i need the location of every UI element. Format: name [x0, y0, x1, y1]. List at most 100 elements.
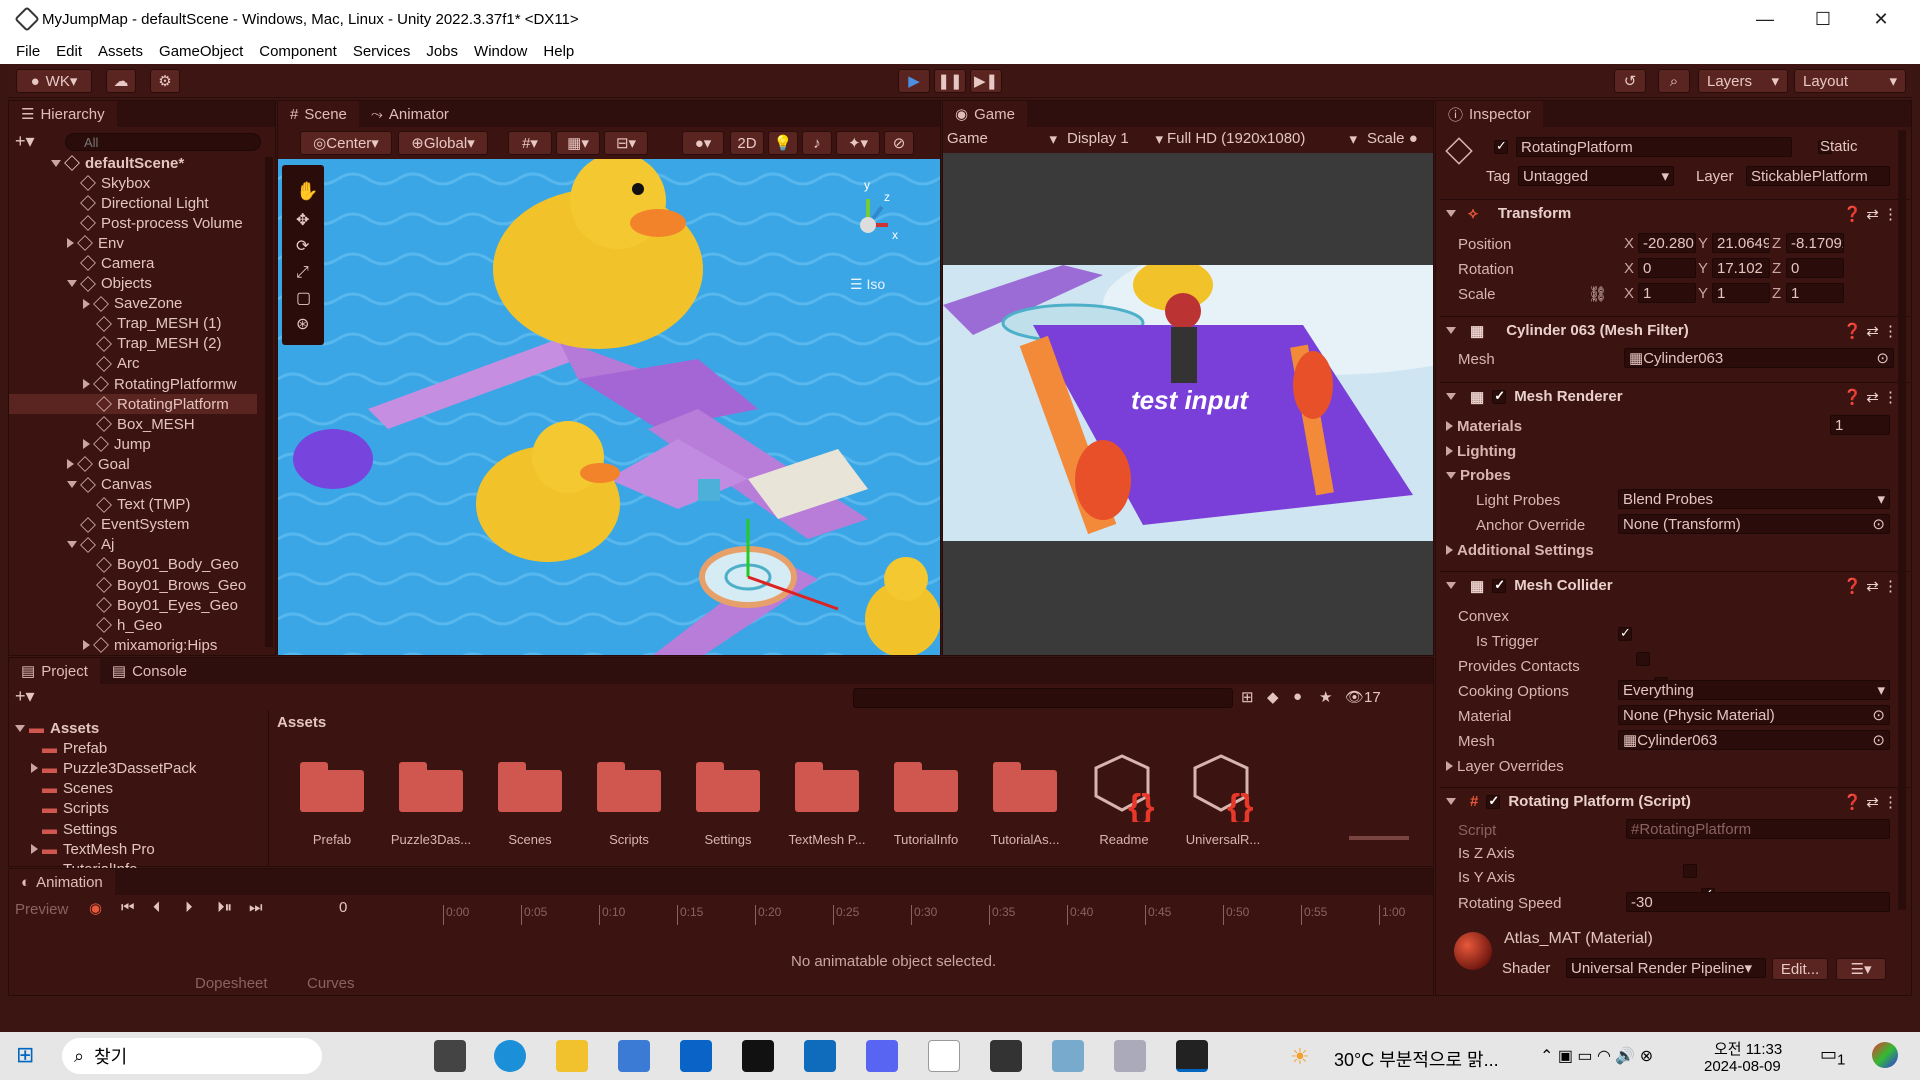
menu-jobs[interactable]: Jobs — [418, 43, 466, 60]
menu-help[interactable]: Help — [535, 43, 582, 60]
resolution-dropdown[interactable]: Full HD (1920x1080) ▾ — [1167, 130, 1357, 148]
unity-hub-icon[interactable] — [990, 1040, 1022, 1072]
mesh-renderer-enabled-checkbox[interactable] — [1492, 388, 1507, 404]
hierarchy-item[interactable]: Boy01_Brows_Geo — [9, 575, 257, 595]
menu-edit[interactable]: Edit — [48, 43, 90, 60]
hierarchy-item[interactable]: EventSystem — [9, 515, 257, 535]
game-view-dropdown[interactable]: Game ▾ — [947, 130, 1057, 148]
object-picker-icon[interactable]: ⊙ — [1872, 706, 1889, 724]
constrain-proportions-icon[interactable]: ⛓ — [1588, 285, 1607, 303]
project-tree-item[interactable]: ▬ Scripts — [9, 799, 261, 819]
audio-icon[interactable]: ♪ — [802, 131, 832, 155]
foldout-arrow-icon[interactable] — [67, 238, 74, 249]
app-icon[interactable] — [1052, 1040, 1084, 1072]
mesh-renderer-header[interactable]: ▦Mesh Renderer❓ ⇄ ⋮ — [1440, 382, 1910, 410]
layers-dropdown[interactable]: Layers ▾ — [1698, 69, 1788, 93]
folder-icon[interactable] — [795, 760, 859, 812]
favorites-icon[interactable]: ★ — [1319, 688, 1332, 706]
tag-dropdown[interactable]: Untagged ▾ — [1518, 166, 1674, 186]
rotate-tool-icon[interactable]: ⟳ — [296, 238, 310, 255]
hierarchy-item[interactable]: SaveZone — [9, 294, 257, 314]
windows-start-icon[interactable]: ⊞ — [16, 1042, 34, 1068]
collider-material-field[interactable]: None (Physic Material) ⊙ — [1618, 705, 1890, 725]
folder-icon[interactable] — [399, 760, 463, 812]
hierarchy-item[interactable]: Arc — [9, 354, 257, 374]
inspector-scrollbar[interactable] — [1898, 130, 1906, 910]
additional-settings-foldout[interactable]: Additional Settings — [1446, 539, 1594, 561]
foldout-arrow-icon[interactable] — [67, 280, 77, 287]
maximize-icon[interactable]: ☐ — [1794, 0, 1852, 38]
play-animation-button[interactable]: ⏵ — [185, 899, 193, 916]
dopesheet-tab[interactable]: Dopesheet — [195, 975, 268, 992]
menu-gameobject[interactable]: GameObject — [151, 43, 251, 60]
menu-file[interactable]: File — [0, 43, 48, 60]
project-tree-item[interactable]: ▬ Scenes — [9, 779, 261, 799]
project-tree-item[interactable]: ▬ Puzzle3DassetPack — [9, 758, 261, 778]
hierarchy-item[interactable]: Goal — [9, 454, 257, 474]
project-search-input[interactable] — [853, 688, 1233, 708]
foldout-arrow-icon[interactable] — [31, 844, 38, 855]
visibility-icon[interactable]: ⊘ — [884, 131, 914, 155]
icon-size-slider[interactable] — [1349, 836, 1409, 840]
mode-2d-button[interactable]: 2D — [730, 131, 764, 155]
object-name-field[interactable]: RotatingPlatform — [1516, 137, 1792, 157]
edge-icon[interactable] — [494, 1040, 526, 1072]
undo-history-icon[interactable]: ↺ — [1614, 69, 1646, 93]
pivot-dropdown[interactable]: ◎ Center ▾ — [300, 131, 392, 155]
lighting-icon[interactable]: 💡 — [768, 131, 798, 155]
hierarchy-item[interactable]: Boy01_Body_Geo — [9, 555, 257, 575]
clock-time[interactable]: 오전 11:33 — [1714, 1038, 1782, 1059]
project-tree-item[interactable]: ▬ Assets — [9, 718, 261, 738]
shader-options-icon[interactable]: ☰▾ — [1836, 958, 1886, 980]
layer-dropdown[interactable]: StickablePlatform — [1746, 166, 1890, 186]
search-by-log-icon[interactable]: ● — [1293, 688, 1302, 705]
anchor-override-field[interactable]: None (Transform) ⊙ — [1618, 514, 1890, 534]
tab-game[interactable]: ◉ Game — [943, 101, 1027, 127]
close-icon[interactable]: ✕ — [1852, 0, 1910, 38]
discord-icon[interactable] — [866, 1040, 898, 1072]
cloud-icon[interactable]: ☁ — [106, 69, 136, 93]
foldout-arrow-icon[interactable] — [83, 640, 90, 651]
z-axis-checkbox[interactable] — [1682, 864, 1697, 878]
collab-icon[interactable]: ⚙ — [150, 69, 180, 93]
clock-date[interactable]: 2024-08-09 — [1704, 1058, 1781, 1075]
tab-animator[interactable]: ⤳ Animator — [359, 101, 461, 127]
folder-icon[interactable] — [696, 760, 760, 812]
object-picker-icon[interactable]: ⊙ — [1872, 731, 1889, 749]
collider-mesh-field[interactable]: ▦ Cylinder063 ⊙ — [1618, 730, 1890, 750]
project-add-icon[interactable]: +▾ — [15, 686, 35, 707]
last-keyframe-button[interactable]: ⏭ — [249, 899, 263, 916]
hierarchy-item[interactable]: Aj — [9, 535, 257, 555]
rotating-speed-field[interactable]: -30 — [1626, 892, 1890, 912]
light-probes-dropdown[interactable]: Blend Probes ▾ — [1618, 489, 1890, 509]
store-icon[interactable] — [618, 1040, 650, 1072]
weather-label[interactable]: 30°C 부분적으로 맑... — [1334, 1046, 1499, 1072]
pos-x-field[interactable]: -20.280 — [1638, 233, 1696, 253]
hierarchy-item[interactable]: RotatingPlatformw — [9, 374, 257, 394]
script-enabled-checkbox[interactable] — [1486, 793, 1501, 809]
game-viewport[interactable]: test input — [943, 265, 1433, 541]
rot-y-field[interactable]: 17.102 — [1712, 258, 1770, 278]
task-view-icon[interactable] — [434, 1040, 466, 1072]
unity-editor-icon[interactable] — [1176, 1040, 1208, 1072]
menu-assets[interactable]: Assets — [90, 43, 151, 60]
pause-button[interactable]: ❚❚ — [934, 69, 966, 93]
tab-hierarchy[interactable]: ☰ Hierarchy — [9, 101, 117, 127]
hierarchy-item[interactable]: Trap_MESH (1) — [9, 314, 257, 334]
hierarchy-item[interactable]: Post-process Volume — [9, 213, 257, 233]
rot-x-field[interactable]: 0 — [1638, 258, 1696, 278]
search-by-label-icon[interactable]: ◆ — [1267, 688, 1279, 706]
shading-icon[interactable]: ●▾ — [682, 131, 724, 155]
play-button[interactable]: ▶ — [898, 69, 930, 93]
probes-foldout[interactable]: Probes — [1446, 464, 1511, 486]
folder-icon[interactable] — [498, 760, 562, 812]
hierarchy-item[interactable]: Box_MESH — [9, 414, 257, 434]
hierarchy-item[interactable]: RotatingPlatform — [9, 394, 257, 415]
hand-tool-icon[interactable]: ✋ — [296, 180, 318, 201]
increment-snap-icon[interactable]: ⊟▾ — [604, 131, 648, 155]
effects-icon[interactable]: ✦▾ — [836, 131, 880, 155]
hierarchy-item[interactable]: Jump — [9, 434, 257, 454]
foldout-arrow-icon[interactable] — [83, 298, 90, 309]
scale-x-field[interactable]: 1 — [1638, 283, 1696, 303]
first-keyframe-button[interactable]: ⏮ — [121, 899, 135, 916]
